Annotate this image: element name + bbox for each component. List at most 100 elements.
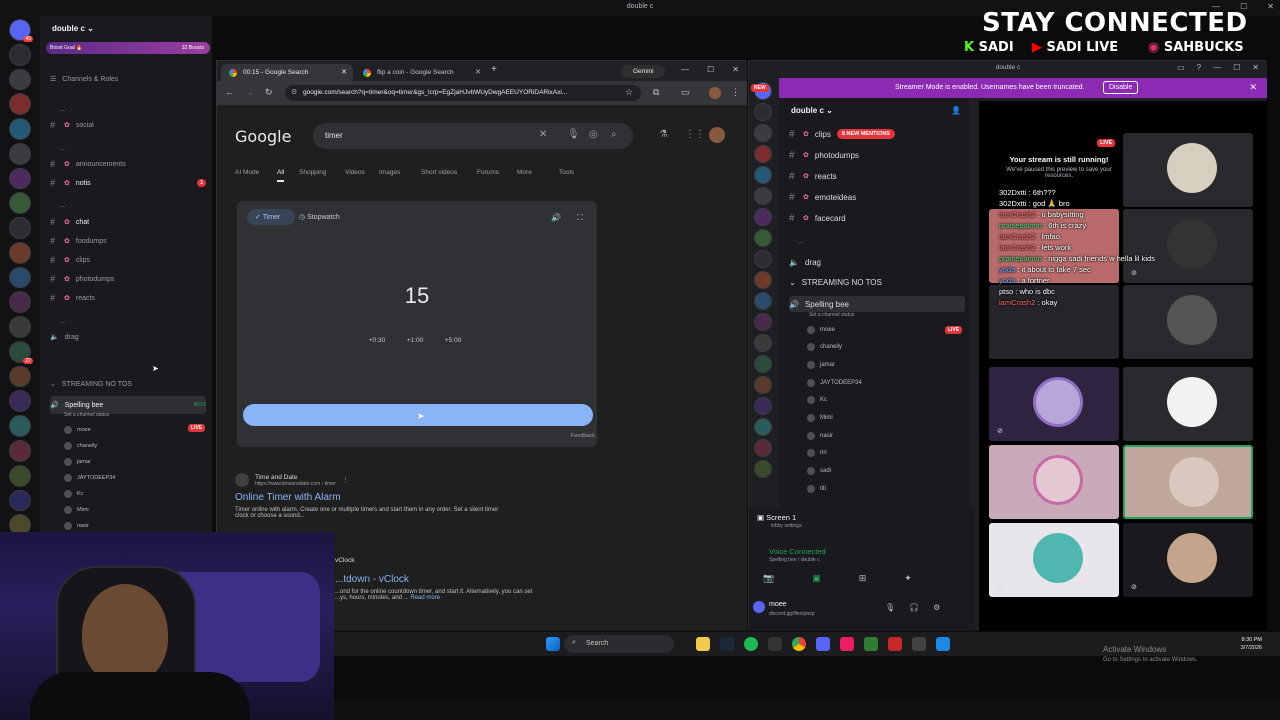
inbox-icon[interactable]: ▭: [1177, 63, 1185, 72]
new-mentions-badge[interactable]: 8 NEW MENTIONS: [836, 129, 895, 139]
server-icon[interactable]: [9, 43, 31, 66]
server-icon[interactable]: [9, 365, 31, 388]
app-icon[interactable]: [768, 637, 782, 651]
server-icon[interactable]: [9, 68, 31, 91]
boost-goal-bar[interactable]: Boost Goal 🔥 32 Boosts: [46, 42, 210, 54]
search-tab-videos[interactable]: Videos: [345, 169, 365, 176]
server-icon[interactable]: [9, 118, 31, 140]
app-icon[interactable]: [864, 637, 878, 651]
start-icon[interactable]: [546, 637, 560, 651]
channel-reacts[interactable]: # ✿ reacts: [50, 291, 206, 305]
help-icon[interactable]: ?: [1197, 63, 1201, 72]
bookmark-star-icon[interactable]: ☆: [625, 87, 633, 98]
forward-icon[interactable]: →: [245, 87, 254, 97]
mic-icon[interactable]: 🎙: [885, 603, 895, 612]
stream-tile[interactable]: [989, 445, 1119, 519]
server-icon[interactable]: [754, 229, 772, 247]
timer-value[interactable]: 15: [237, 283, 597, 309]
soundboard-icon[interactable]: ✦: [904, 573, 912, 584]
voice-user[interactable]: nasir: [807, 430, 833, 441]
voice-connected-status[interactable]: Voice Connected: [769, 547, 826, 556]
server-icon[interactable]: [9, 142, 31, 165]
voice-user[interactable]: moee: [807, 324, 835, 335]
server-icon[interactable]: [9, 390, 31, 413]
stream-tile-speaking[interactable]: [1123, 445, 1253, 519]
voice-status[interactable]: Set a channel status: [809, 312, 854, 318]
voice-user[interactable]: JAYTODEEP34: [807, 377, 862, 388]
server-icon[interactable]: [754, 313, 772, 331]
epic-games-icon[interactable]: [912, 637, 926, 651]
channel-photodumps[interactable]: # ✿ photodumps: [50, 272, 206, 286]
server-icon[interactable]: [754, 103, 772, 121]
steam-icon[interactable]: [720, 637, 734, 651]
back-icon[interactable]: ←: [225, 87, 234, 97]
voice-user[interactable]: nasir: [64, 520, 89, 531]
more-options-icon[interactable]: ⋮: [342, 476, 349, 484]
account-avatar[interactable]: [709, 127, 725, 143]
settings-gear-icon[interactable]: ⚙: [933, 603, 940, 612]
server-icon[interactable]: [754, 145, 772, 163]
server-icon[interactable]: [754, 439, 772, 457]
voice-connected-sub[interactable]: Spelling bee / double c: [769, 557, 820, 563]
server-icon[interactable]: [754, 250, 772, 268]
add-1m-button[interactable]: +1:00: [399, 335, 431, 347]
result-title-link[interactable]: Online Timer with Alarm: [235, 492, 725, 503]
voice-user[interactable]: sadi: [807, 466, 831, 477]
feedback-link[interactable]: Feedback: [571, 433, 595, 439]
omnibox[interactable]: ⚙ google.com/search?q=timer&oq=timer&gs_…: [285, 85, 641, 101]
channel-chat[interactable]: # ✿ chat: [50, 215, 206, 229]
voice-user[interactable]: jamar: [807, 359, 835, 370]
profile-avatar[interactable]: [709, 87, 721, 99]
lens-icon[interactable]: ◎: [589, 129, 598, 140]
server-icon[interactable]: [754, 397, 772, 415]
voice-status[interactable]: Set a channel status: [64, 412, 109, 418]
stream-tile[interactable]: ⊘: [1123, 523, 1253, 597]
user-name[interactable]: moee: [769, 601, 787, 608]
labs-icon[interactable]: ⚗: [659, 129, 668, 140]
menu-icon[interactable]: ⋮: [731, 87, 740, 98]
read-more-link[interactable]: Read more: [410, 595, 440, 601]
server-icon[interactable]: [754, 355, 772, 373]
channel-social[interactable]: # ✿ social: [50, 118, 206, 132]
maximize-icon[interactable]: ☐: [707, 65, 714, 74]
channel-notis[interactable]: # ✿ notis 1: [50, 176, 206, 190]
discord-icon[interactable]: [816, 637, 830, 651]
spotify-icon[interactable]: [744, 637, 758, 651]
search-tab-more[interactable]: More: [517, 169, 532, 176]
fullscreen-icon[interactable]: ⛶: [577, 213, 583, 223]
minimize-icon[interactable]: —: [681, 65, 689, 74]
new-tab-icon[interactable]: +: [491, 64, 497, 75]
voice-user[interactable]: chanelly: [64, 440, 97, 451]
close-icon[interactable]: ✕: [732, 65, 739, 74]
server-icon[interactable]: [754, 124, 772, 142]
close-banner-icon[interactable]: ✕: [1249, 82, 1257, 93]
tab-timer-search[interactable]: 00:15 - Google Search ✕: [221, 64, 353, 81]
reload-icon[interactable]: ↻: [265, 87, 273, 98]
server-icon[interactable]: [9, 93, 31, 116]
voice-channel-drag[interactable]: 🔈 drag: [789, 254, 965, 270]
apps-grid-icon[interactable]: ⋮⋮: [685, 129, 705, 140]
voice-user[interactable]: jamar: [64, 456, 91, 467]
channel-emoteideas[interactable]: # ✿ emoteideas: [789, 189, 965, 205]
screen-share-label[interactable]: ▣ Screen 1: [757, 513, 796, 522]
server-icon[interactable]: [9, 167, 31, 190]
headphones-icon[interactable]: 🎧: [909, 603, 919, 612]
server-icon[interactable]: [754, 271, 772, 289]
voice-channel-drag[interactable]: 🔈 drag: [50, 330, 206, 344]
tab-stopwatch[interactable]: ◷ Stopwatch: [299, 213, 340, 221]
server-icon[interactable]: [754, 376, 772, 394]
server-name[interactable]: double c ⌄: [52, 24, 94, 33]
extensions-icon[interactable]: ⧉: [653, 87, 659, 98]
server-icon[interactable]: [9, 440, 31, 462]
gemini-button[interactable]: Gemini: [621, 65, 665, 78]
chrome-icon[interactable]: [792, 637, 806, 651]
search-tab-images[interactable]: Images: [379, 169, 400, 176]
app-icon[interactable]: [888, 637, 902, 651]
file-explorer-icon[interactable]: [696, 637, 710, 651]
server-icon[interactable]: [754, 292, 772, 310]
category-streaming[interactable]: ⌄ STREAMING NO TOS: [50, 377, 206, 391]
close-tab-icon[interactable]: ✕: [475, 68, 481, 76]
server-icon[interactable]: [754, 418, 772, 436]
add-30s-button[interactable]: +0:30: [361, 335, 393, 347]
server-icon[interactable]: [754, 187, 772, 205]
